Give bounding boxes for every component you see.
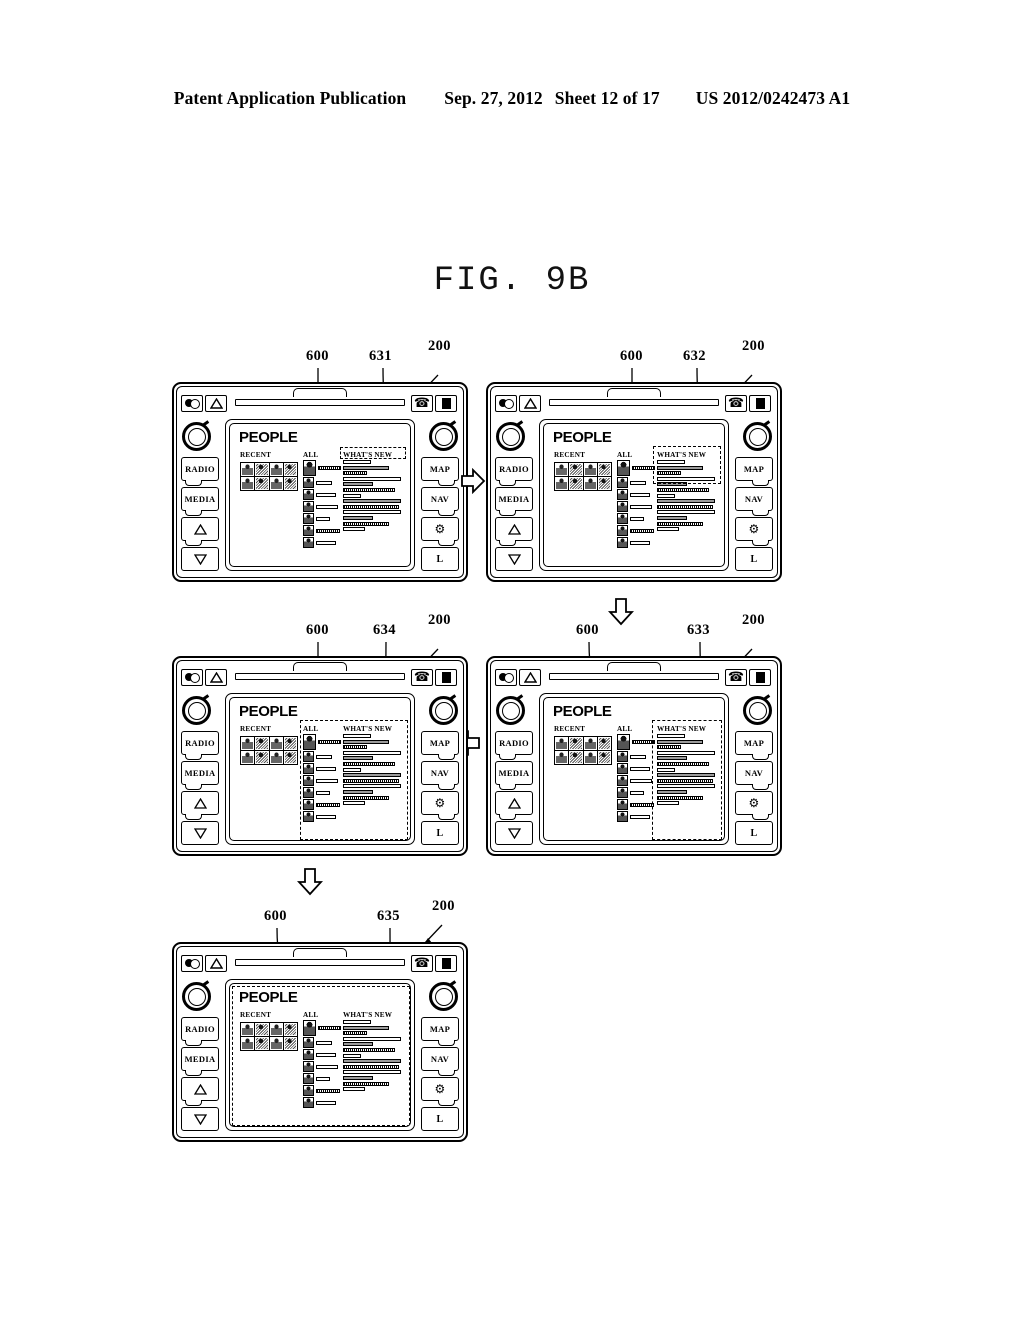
contact-name-bar bbox=[316, 1040, 332, 1045]
contact-avatar bbox=[303, 1020, 316, 1036]
map-button[interactable]: MAP bbox=[421, 1017, 459, 1046]
feed-item-bar bbox=[343, 1025, 389, 1030]
recent-thumbnail[interactable] bbox=[269, 1023, 283, 1036]
map-button-label: MAP bbox=[429, 1024, 451, 1034]
nav-button-label: NAV bbox=[430, 1054, 450, 1064]
person-photo bbox=[270, 1024, 282, 1035]
cd-slot[interactable] bbox=[232, 947, 408, 972]
contact-name-bar bbox=[316, 1100, 336, 1105]
feed-item-bar bbox=[343, 1042, 373, 1047]
recent-thumbnail[interactable] bbox=[241, 1023, 255, 1036]
person-photo bbox=[242, 1024, 254, 1035]
eject-triangle-icon[interactable] bbox=[205, 954, 227, 972]
all-contact-list[interactable] bbox=[303, 1020, 341, 1109]
list-item[interactable] bbox=[303, 1085, 341, 1096]
recent-thumbnail-grid[interactable] bbox=[240, 1022, 298, 1051]
contact-name-bar bbox=[318, 1026, 341, 1030]
list-item[interactable] bbox=[303, 1049, 341, 1060]
feed-item-bar bbox=[343, 1064, 399, 1069]
person-photo bbox=[284, 1024, 296, 1035]
feed-item-bar bbox=[343, 1070, 401, 1075]
person-photo bbox=[242, 1038, 254, 1049]
radio-button-label: RADIO bbox=[185, 1024, 215, 1034]
list-item[interactable] bbox=[303, 1097, 341, 1108]
feed-item-bar bbox=[343, 1059, 401, 1064]
list-item[interactable] bbox=[303, 1061, 341, 1072]
stop-square-icon[interactable] bbox=[435, 954, 457, 972]
contact-name-bar bbox=[316, 1088, 340, 1093]
volume-knob[interactable] bbox=[182, 980, 211, 1011]
contact-avatar bbox=[303, 1049, 314, 1060]
right-button-column: MAP NAV ⚙ L bbox=[421, 1017, 459, 1131]
feed-item-bar bbox=[343, 1036, 401, 1041]
feed-item-bar bbox=[343, 1047, 395, 1052]
recent-thumbnail[interactable] bbox=[255, 1037, 269, 1050]
recent-thumbnail[interactable] bbox=[241, 1037, 255, 1050]
page-title: PEOPLE bbox=[239, 989, 298, 1006]
power-button-label: L bbox=[436, 1113, 444, 1125]
left-button-column: RADIO MEDIA bbox=[181, 1017, 219, 1131]
top-control-strip: ☎ bbox=[181, 947, 459, 975]
contact-avatar bbox=[303, 1073, 314, 1084]
contact-name-bar bbox=[316, 1064, 338, 1069]
contact-name-bar bbox=[316, 1076, 330, 1081]
feed-item-bar bbox=[343, 1081, 389, 1086]
contact-avatar bbox=[303, 1097, 314, 1108]
triangle-down-icon[interactable] bbox=[181, 1107, 219, 1131]
screen-content: PEOPLE RECENT ALL WHAT'S NEW bbox=[229, 983, 411, 1127]
media-button[interactable]: MEDIA bbox=[181, 1047, 219, 1076]
contact-avatar bbox=[303, 1061, 314, 1072]
person-photo bbox=[256, 1024, 268, 1035]
nav-button[interactable]: NAV bbox=[421, 1047, 459, 1076]
feed-item-bar bbox=[343, 1075, 373, 1080]
column-header-all: ALL bbox=[303, 1011, 319, 1019]
leader-lines-panel5 bbox=[276, 924, 443, 1000]
triangle-up-icon[interactable] bbox=[181, 1077, 219, 1106]
person-photo bbox=[256, 1038, 268, 1049]
radio-button[interactable]: RADIO bbox=[181, 1017, 219, 1046]
head-unit-panel-635[interactable]: ☎ RADIO MEDIA MAP NAV ⚙ L PEOPLE RECENT … bbox=[172, 942, 468, 1142]
feed-item-bar bbox=[343, 1020, 371, 1024]
phone-icon[interactable]: ☎ bbox=[411, 954, 433, 972]
column-header-recent: RECENT bbox=[240, 1011, 272, 1019]
touch-screen[interactable]: PEOPLE RECENT ALL WHAT'S NEW bbox=[225, 979, 415, 1131]
list-item[interactable] bbox=[303, 1073, 341, 1084]
gear-icon[interactable]: ⚙ bbox=[421, 1077, 459, 1106]
recent-thumbnail[interactable] bbox=[283, 1023, 297, 1036]
feed-item-bar bbox=[343, 1031, 367, 1036]
headlight-icon[interactable] bbox=[181, 954, 203, 972]
feed-item-bar bbox=[343, 1087, 365, 1092]
recent-thumbnail[interactable] bbox=[283, 1037, 297, 1050]
tune-knob[interactable] bbox=[429, 980, 458, 1011]
media-button-label: MEDIA bbox=[184, 1054, 216, 1064]
whats-new-feed[interactable] bbox=[343, 1020, 403, 1093]
feed-item-bar bbox=[343, 1053, 361, 1058]
person-photo bbox=[270, 1038, 282, 1049]
column-header-whats-new: WHAT'S NEW bbox=[343, 1011, 393, 1019]
list-item[interactable] bbox=[303, 1037, 341, 1048]
recent-thumbnail[interactable] bbox=[255, 1023, 269, 1036]
power-icon[interactable]: L bbox=[421, 1107, 459, 1131]
list-item[interactable] bbox=[303, 1020, 341, 1036]
recent-thumbnail[interactable] bbox=[269, 1037, 283, 1050]
contact-avatar bbox=[303, 1085, 314, 1096]
contact-name-bar bbox=[316, 1052, 336, 1057]
person-photo bbox=[284, 1038, 296, 1049]
contact-avatar bbox=[303, 1037, 314, 1048]
